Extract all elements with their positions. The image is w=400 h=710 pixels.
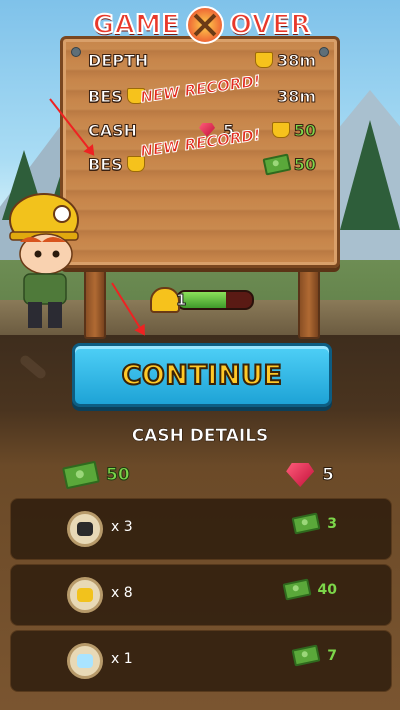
ore-count: x 8 <box>111 585 133 601</box>
ore-earned: 3 <box>291 512 337 535</box>
total-gems-value: 5 <box>322 465 335 486</box>
continue-button[interactable]: CONTINUE <box>72 343 332 407</box>
crossed-pickaxes-icon <box>185 6 224 44</box>
depth-label: DEPTH <box>87 50 149 70</box>
title-game: GAME <box>92 9 181 41</box>
best-depth-value: 38m <box>277 86 317 106</box>
cash-stack-icon <box>62 460 100 490</box>
energy-level: 1 <box>175 291 187 310</box>
depth-row: DEPTH 38m <box>87 46 316 74</box>
best-depth-label: BES <box>88 86 124 106</box>
ore-count: x 3 <box>111 519 133 535</box>
best-cash-label: BES <box>88 154 124 174</box>
ore-count: x 1 <box>111 651 133 667</box>
ore-row-coal: x 3 3 <box>10 498 392 560</box>
ore-row-gold: x 8 40 <box>10 564 392 626</box>
total-cash-value: 50 <box>106 465 131 486</box>
continue-label: CONTINUE <box>121 359 283 392</box>
cash-stack-icon <box>262 152 292 176</box>
cash-value: 50 <box>271 120 317 140</box>
trophy-icon <box>255 52 274 68</box>
cash-label: CASH <box>87 120 138 140</box>
trophy-icon <box>271 122 290 138</box>
gem-icon <box>286 463 315 487</box>
ore-earned: 7 <box>291 644 337 667</box>
gold-ore-icon <box>67 577 103 613</box>
title-over: OVER <box>229 9 312 41</box>
energy-meter: 1 <box>150 287 254 313</box>
energy-bar <box>176 290 254 310</box>
cash-details-title: CASH DETAILS <box>131 426 269 447</box>
best-cash-value: 50 <box>262 152 317 176</box>
cash-stack-icon <box>282 578 311 601</box>
coal-ore-icon <box>67 511 103 547</box>
cash-stack-icon <box>291 512 321 535</box>
diamond-ore-icon <box>67 643 103 679</box>
cash-details-totals: 50 5 <box>62 460 335 490</box>
miner-character-icon <box>9 193 79 328</box>
cash-stack-icon <box>291 644 321 667</box>
best-cash-row: BES 50 <box>88 150 317 178</box>
ore-row-diamond: x 1 7 <box>10 630 392 692</box>
helmet-icon: 1 <box>150 287 187 313</box>
ore-earned: 40 <box>282 578 337 601</box>
game-over-title: GAME OVER <box>92 6 312 44</box>
depth-value: 38m <box>255 50 316 70</box>
